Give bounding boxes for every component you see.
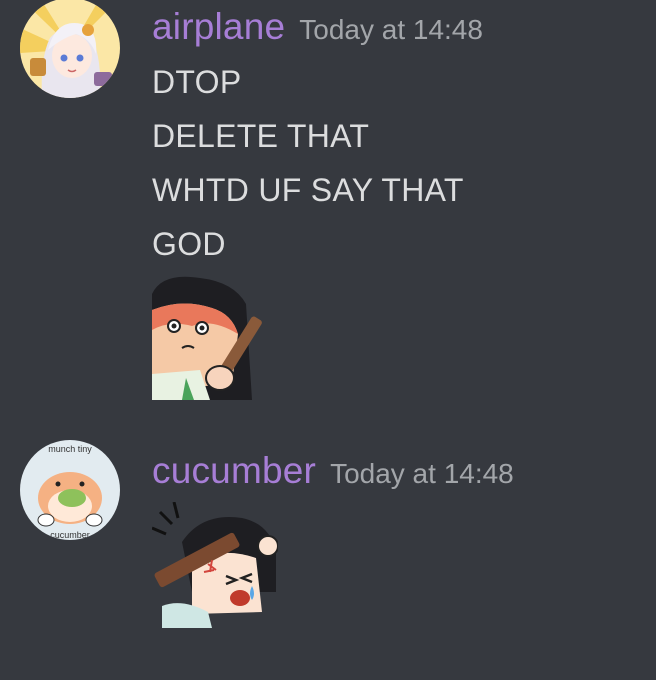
message-line: WHTD UF SAY THAT xyxy=(152,172,464,208)
anime-girl-avatar-image xyxy=(20,0,120,98)
message-line: GOD xyxy=(152,226,226,262)
message-group-cucumber: munch tiny cucumber cucumber Today at 14:… xyxy=(0,440,656,680)
message-header: cucumber Today at 14:48 xyxy=(152,450,514,492)
user-avatar-cucumber[interactable]: munch tiny cucumber xyxy=(20,440,120,540)
hamster-avatar-image: munch tiny cucumber xyxy=(20,440,120,540)
message-line: DELETE THAT xyxy=(152,118,370,154)
avatar-text-bottom: cucumber xyxy=(50,530,90,540)
username-airplane[interactable]: airplane xyxy=(152,6,285,47)
message-header: airplane Today at 14:48 xyxy=(152,6,483,48)
sticker-image-surprised-character[interactable] xyxy=(152,274,274,400)
username-cucumber[interactable]: cucumber xyxy=(152,450,316,491)
sticker-image-crying-character[interactable] xyxy=(152,502,278,628)
timestamp: Today at 14:48 xyxy=(330,458,514,489)
message-group-airplane: airplane Today at 14:48 DTOP DELETE THAT … xyxy=(0,0,656,420)
timestamp: Today at 14:48 xyxy=(299,14,483,45)
message-line: DTOP xyxy=(152,64,242,100)
avatar-text-top: munch tiny xyxy=(48,444,92,454)
user-avatar-airplane[interactable] xyxy=(20,0,120,98)
